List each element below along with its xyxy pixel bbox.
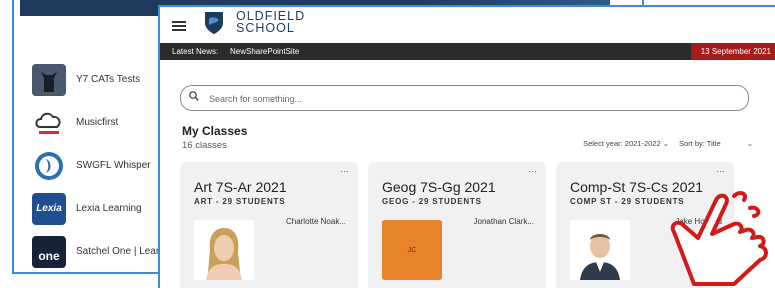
school-name-line2: SCHOOL	[236, 21, 295, 35]
app-item-lexia[interactable]: Lexia Lexia Learning	[32, 187, 160, 230]
app-label: Musicfirst	[76, 117, 119, 128]
search-icon	[189, 91, 199, 101]
chevron-down-icon[interactable]: ⌄	[747, 139, 753, 148]
hamburger-menu-icon[interactable]	[172, 21, 186, 31]
satchel-logo-text: one	[38, 248, 60, 263]
teacher-avatar	[194, 220, 254, 280]
class-subtitle: GEOG - 29 STUDENTS	[382, 197, 482, 206]
app-label: Y7 CATs Tests	[76, 74, 141, 85]
search-bar[interactable]	[180, 85, 749, 111]
teacher-initials-avatar: JC	[382, 220, 442, 280]
app-item-swgfl-whisper[interactable]: SWGFL Whisper	[32, 144, 160, 187]
app-label: SWGFL Whisper	[76, 160, 151, 171]
cat-icon	[32, 63, 66, 96]
app-list: Y7 CATs Tests Musicfirst SWGFL Whisper L…	[32, 58, 167, 273]
teacher-name: Jonathan Clark...	[473, 217, 534, 226]
satchel-icon: one	[32, 235, 66, 268]
school-name[interactable]: OLDFIELD SCHOOL	[236, 10, 305, 35]
news-ticker: Latest News: NewSharePointSite 13 Septem…	[160, 43, 775, 60]
app-item-satchel-one[interactable]: one Satchel One | Learni	[32, 230, 167, 273]
section-title: My Classes	[182, 124, 248, 138]
teacher-avatar	[570, 220, 630, 280]
card-more-icon[interactable]: …	[528, 164, 538, 174]
whisper-icon	[32, 149, 66, 182]
card-more-icon[interactable]: …	[716, 164, 726, 174]
cloud-icon	[32, 106, 66, 139]
school-crest-icon	[205, 12, 223, 34]
lexia-logo-text: Lexia	[36, 203, 62, 214]
pointing-hand-cursor-icon	[670, 191, 768, 286]
app-label: Lexia Learning	[76, 203, 142, 214]
search-input[interactable]	[207, 89, 711, 109]
lexia-icon: Lexia	[32, 192, 66, 225]
card-more-icon[interactable]: …	[340, 164, 350, 174]
sort-select[interactable]: Sort by: Title	[679, 139, 721, 148]
app-label: Satchel One | Learni	[76, 246, 167, 257]
year-select[interactable]: Select year: 2021-2022 ⌄	[583, 139, 669, 148]
class-title: Art 7S-Ar 2021	[194, 179, 287, 195]
class-filters: Select year: 2021-2022 ⌄ Sort by: Title …	[583, 139, 753, 148]
app-item-y7-cats[interactable]: Y7 CATs Tests	[32, 58, 160, 101]
date-badge: 13 September 2021	[690, 43, 775, 60]
class-card-geog[interactable]: … Geog 7S-Gg 2021 GEOG - 29 STUDENTS Jon…	[368, 162, 546, 288]
app-item-musicfirst[interactable]: Musicfirst	[32, 101, 160, 144]
class-count: 16 classes	[182, 140, 227, 151]
class-card-art[interactable]: … Art 7S-Ar 2021 ART - 29 STUDENTS Charl…	[180, 162, 358, 288]
news-label: Latest News:	[172, 47, 219, 56]
teacher-initials: JC	[407, 246, 417, 254]
teacher-name: Charlotte Noak...	[285, 217, 346, 226]
news-item-link[interactable]: NewSharePointSite	[230, 43, 299, 60]
top-bar: OLDFIELD SCHOOL	[160, 7, 775, 43]
class-title: Geog 7S-Gg 2021	[382, 179, 496, 195]
class-subtitle: ART - 29 STUDENTS	[194, 197, 286, 206]
